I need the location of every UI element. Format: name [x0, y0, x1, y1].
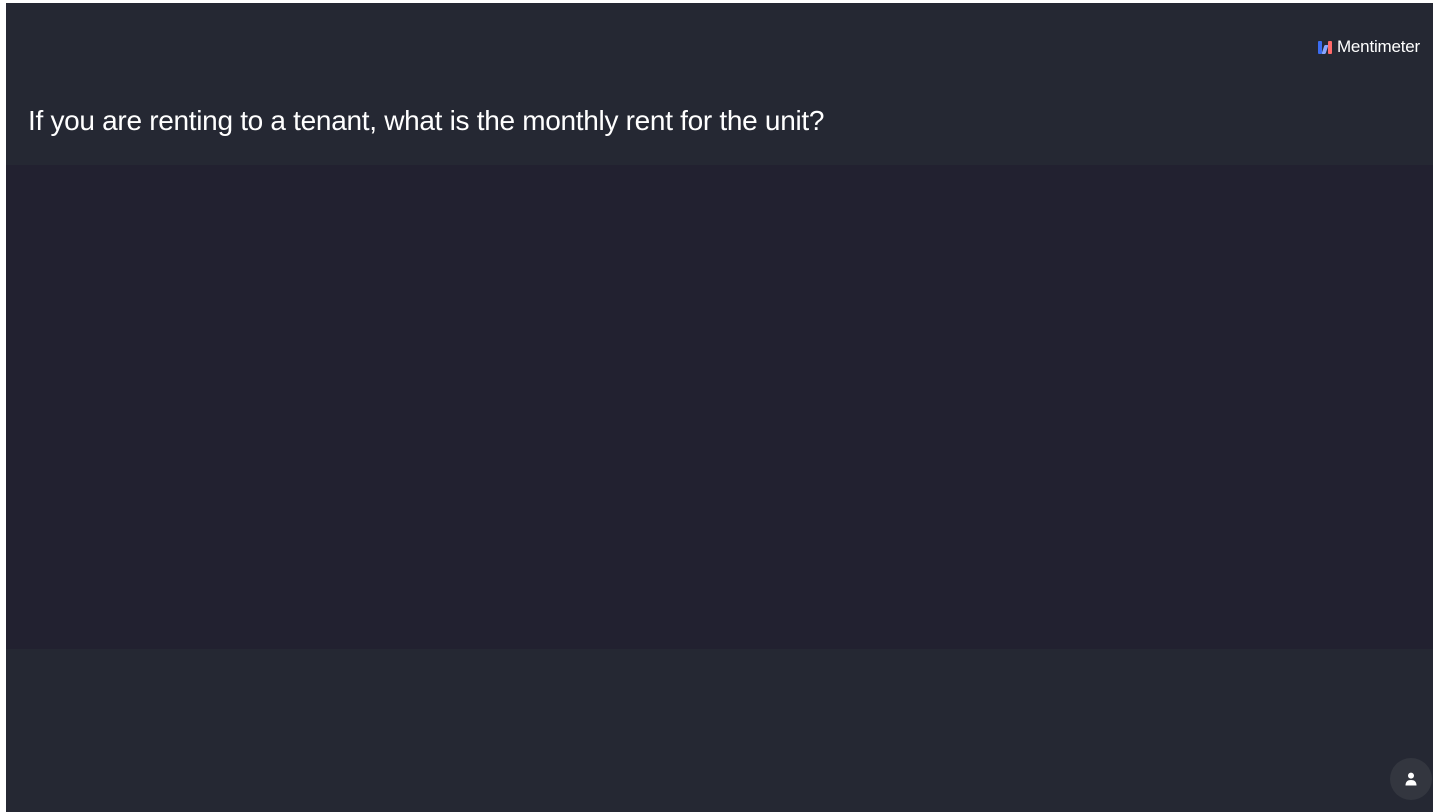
mentimeter-logo-icon	[1317, 40, 1332, 54]
person-icon	[1405, 772, 1417, 786]
results-area	[6, 165, 1433, 649]
brand-name: Mentimeter	[1336, 37, 1420, 56]
participant-button[interactable]	[1390, 758, 1432, 800]
presentation-slide: Mentimeter If you are renting to a tenan…	[6, 3, 1433, 812]
question-title: If you are renting to a tenant, what is …	[28, 105, 825, 136]
brand-logo-group: Mentimeter	[1317, 37, 1420, 57]
